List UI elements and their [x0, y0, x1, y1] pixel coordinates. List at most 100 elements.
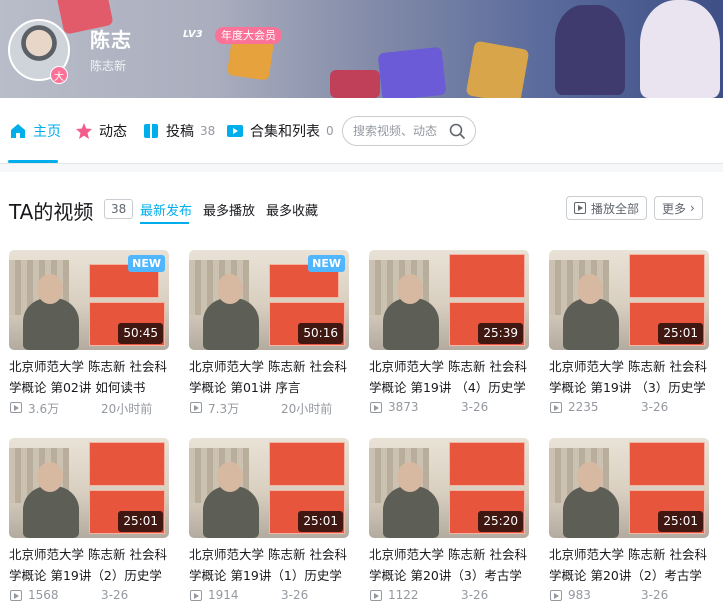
publish-date: 20小时前 — [281, 402, 333, 416]
video-title-line: 北京师范大学 陈志新 社会科 — [189, 359, 347, 374]
video-title[interactable]: 北京师范大学 陈志新 社会科 学概论 第19讲（2）历史学 — [9, 544, 169, 586]
search-icon[interactable] — [449, 123, 466, 140]
video-title[interactable]: 北京师范大学 陈志新 社会科 学概论 第01讲 序言 — [189, 356, 349, 398]
nav-home[interactable]: 主页 — [9, 120, 61, 142]
video-title-line: 学概论 第01讲 序言 — [189, 380, 301, 395]
video-meta: 7.3万 20小时前 — [189, 400, 349, 416]
video-duration: 25:39 — [478, 323, 523, 344]
video-thumbnail[interactable]: 25:01 — [189, 438, 349, 538]
vip-avatar-badge: 大 — [50, 66, 68, 84]
video-title[interactable]: 北京师范大学 陈志新 社会科 学概论 第19讲 （3）历史学 — [549, 356, 709, 398]
video-thumbnail[interactable]: 25:20 — [369, 438, 529, 538]
vip-badge[interactable]: 年度大会员 — [215, 27, 282, 44]
lecturer-head — [217, 274, 243, 304]
slide-screen — [269, 442, 345, 486]
lecturer-figure — [23, 298, 79, 350]
video-meta: 2235 3-26 — [549, 400, 709, 416]
lecturer-head — [37, 462, 63, 492]
video-meta: 1914 3-26 — [189, 588, 349, 604]
video-thumbnail[interactable]: NEW 50:16 — [189, 250, 349, 350]
play-icon — [574, 202, 586, 214]
lecturer-head — [577, 462, 603, 492]
nav-collections-label: 合集和列表 — [250, 124, 320, 140]
nav-dynamic[interactable]: 动态 — [75, 120, 127, 142]
username: 陈志 — [90, 28, 132, 52]
video-title-line: 北京师范大学 陈志新 社会科 — [549, 359, 707, 374]
video-card[interactable]: 25:20 北京师范大学 陈志新 社会科 学概论 第20讲（3）考古学 1122 3-2… — [369, 438, 529, 608]
video-thumbnail[interactable]: 25:01 — [549, 438, 709, 538]
video-title[interactable]: 北京师范大学 陈志新 社会科 学概论 第19讲 （4）历史学 — [369, 356, 529, 398]
lecturer-head — [397, 274, 423, 304]
video-card[interactable]: 25:01 北京师范大学 陈志新 社会科 学概论 第19讲（2）历史学 1568 3-2… — [9, 438, 169, 608]
nav-dynamic-label: 动态 — [99, 124, 127, 140]
publish-date: 3-26 — [641, 400, 669, 414]
lecturer-head — [397, 462, 423, 492]
view-count: 983 — [568, 588, 591, 602]
view-count: 3873 — [388, 400, 419, 414]
video-duration: 25:01 — [658, 511, 703, 532]
more-label: 更多 — [662, 201, 687, 216]
nav-upload-count: 38 — [200, 124, 216, 138]
video-title-line: 学概论 第02讲 如何读书 — [9, 380, 146, 395]
video-title[interactable]: 北京师范大学 陈志新 社会科 学概论 第02讲 如何读书 — [9, 356, 169, 398]
nav-home-label: 主页 — [33, 124, 61, 140]
video-thumbnail[interactable]: 25:01 — [9, 438, 169, 538]
video-title[interactable]: 北京师范大学 陈志新 社会科 学概论 第19讲（1）历史学 — [189, 544, 349, 586]
gift-decoration — [465, 40, 530, 98]
level-badge: LV3 — [183, 29, 203, 40]
search-input[interactable] — [353, 124, 449, 138]
lecturer-figure — [203, 486, 259, 538]
video-meta: 983 3-26 — [549, 588, 709, 604]
tab-active-indicator — [140, 222, 189, 224]
nav-upload[interactable]: 投稿 38 — [142, 120, 215, 142]
video-title[interactable]: 北京师范大学 陈志新 社会科 学概论 第20讲（2）考古学 — [549, 544, 709, 586]
video-thumbnail[interactable]: 25:01 — [549, 250, 709, 350]
video-title-line: 北京师范大学 陈志新 社会科 — [369, 359, 527, 374]
slide-screen — [629, 442, 705, 486]
play-count-icon — [370, 402, 382, 413]
tab-most-played[interactable]: 最多播放 — [203, 200, 255, 219]
play-count-icon — [10, 590, 22, 601]
video-card[interactable]: 25:39 北京师范大学 陈志新 社会科 学概论 第19讲 （4）历史学 3873 3-… — [369, 250, 529, 420]
play-count-icon — [370, 590, 382, 601]
gift-decoration — [377, 46, 447, 98]
video-card[interactable]: 25:01 北京师范大学 陈志新 社会科 学概论 第19讲（1）历史学 1914 3-2… — [189, 438, 349, 608]
slide-screen — [629, 254, 705, 298]
more-button[interactable]: 更多 › — [654, 196, 703, 220]
dynamic-icon — [75, 122, 93, 140]
nav-collections[interactable]: 合集和列表 0 — [226, 120, 334, 142]
video-card[interactable]: 25:01 北京师范大学 陈志新 社会科 学概论 第19讲 （3）历史学 2235 3-… — [549, 250, 709, 420]
lecturer-head — [577, 274, 603, 304]
video-title[interactable]: 北京师范大学 陈志新 社会科 学概论 第20讲（3）考古学 — [369, 544, 529, 586]
search-box[interactable] — [342, 116, 476, 146]
lecturer-figure — [383, 298, 439, 350]
play-all-button[interactable]: 播放全部 — [566, 196, 648, 220]
publish-date: 3-26 — [101, 588, 129, 602]
character-decoration — [555, 5, 625, 95]
videos-count: 38 — [104, 199, 134, 219]
video-title-line: 北京师范大学 陈志新 社会科 — [369, 547, 527, 562]
video-duration: 25:01 — [658, 323, 703, 344]
video-card[interactable]: 25:01 北京师范大学 陈志新 社会科 学概论 第20讲（2）考古学 983 3-26 — [549, 438, 709, 608]
slide-screen — [449, 254, 525, 298]
lecturer-figure — [383, 486, 439, 538]
play-all-label: 播放全部 — [591, 201, 640, 216]
tab-latest[interactable]: 最新发布 — [140, 200, 192, 219]
video-card[interactable]: NEW 50:45 北京师范大学 陈志新 社会科 学概论 第02讲 如何读书 3.6万 2… — [9, 250, 169, 420]
view-count: 2235 — [568, 400, 599, 414]
lecturer-figure — [563, 298, 619, 350]
video-duration: 25:01 — [118, 511, 163, 532]
nav-collections-count: 0 — [326, 124, 334, 138]
video-duration: 50:16 — [298, 323, 343, 344]
video-thumbnail[interactable]: NEW 50:45 — [9, 250, 169, 350]
home-icon — [9, 122, 27, 140]
tab-most-favorited[interactable]: 最多收藏 — [266, 200, 318, 219]
section-divider — [0, 164, 723, 172]
video-card[interactable]: NEW 50:16 北京师范大学 陈志新 社会科 学概论 第01讲 序言 7.3万 20小… — [189, 250, 349, 420]
video-thumbnail[interactable]: 25:39 — [369, 250, 529, 350]
video-title-line: 北京师范大学 陈志新 社会科 — [9, 359, 167, 374]
play-count-icon — [190, 590, 202, 601]
publish-date: 3-26 — [281, 588, 309, 602]
view-count: 7.3万 — [208, 402, 240, 416]
publish-date: 3-26 — [461, 588, 489, 602]
